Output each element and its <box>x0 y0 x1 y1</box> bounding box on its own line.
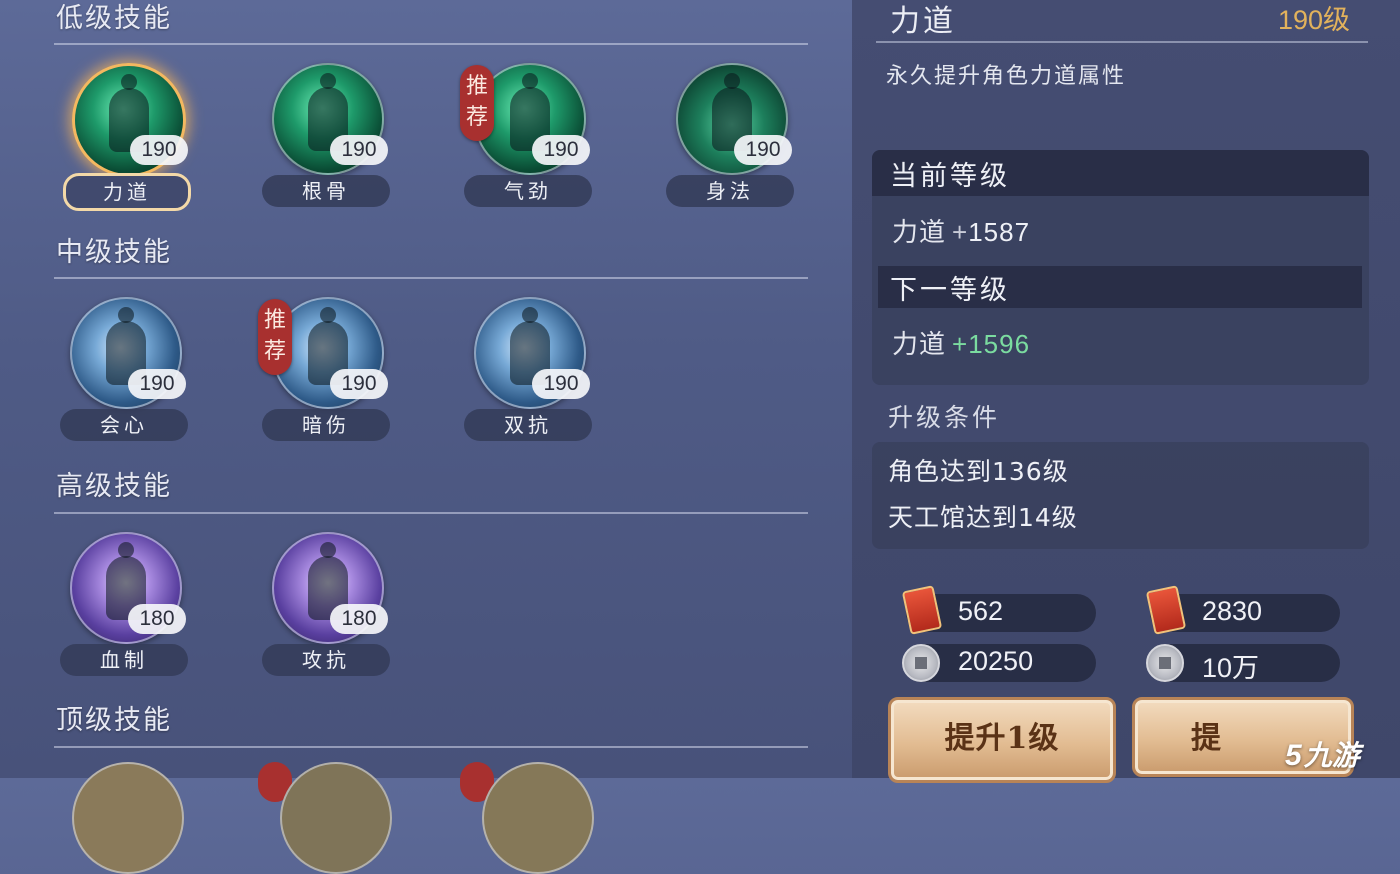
silver-coin-icon <box>1146 644 1184 682</box>
skill-item-qijin[interactable]: 推荐 190 气劲 <box>460 63 594 223</box>
skill-level: 190 <box>330 369 388 399</box>
current-stat-line: 力道 +1587 <box>892 212 1030 249</box>
upgrade-conditions-box: 角色达到136级 天工馆达到14级 <box>872 442 1369 549</box>
skill-list-panel: 低级技能 190 力道 190 根骨 推荐 190 气劲 190 身法 中级技能… <box>0 0 852 874</box>
detail-title: 力道 <box>890 4 956 39</box>
recommend-badge: 推荐 <box>258 299 292 375</box>
skill-item-gongkang[interactable]: 180 攻抗 <box>262 532 392 692</box>
skill-item-lidao[interactable]: 190 力道 <box>62 63 192 223</box>
resource-amount: 20250 <box>958 646 1034 676</box>
next-stat-line: 力道 +1596 <box>892 324 1030 361</box>
skill-item-huixin[interactable]: 190 会心 <box>60 297 190 457</box>
skill-name: 双抗 <box>464 409 592 441</box>
skill-item-shenfa[interactable]: 190 身法 <box>666 63 796 223</box>
section-title-high: 高级技能 <box>56 471 172 502</box>
next-stat-value: 1596 <box>968 329 1031 359</box>
detail-level: 190级 <box>1277 5 1350 35</box>
next-stat-plus: + <box>952 329 969 359</box>
skill-name: 气劲 <box>464 175 592 207</box>
skill-icon-partial[interactable] <box>280 762 392 874</box>
section-title-top: 顶级技能 <box>56 705 172 736</box>
section-divider <box>54 512 808 514</box>
skill-level: 190 <box>128 369 186 399</box>
section-divider <box>54 746 808 748</box>
current-level-header: 当前等级 <box>872 150 1369 196</box>
current-level-title: 当前等级 <box>890 161 1010 192</box>
skill-icon-partial[interactable] <box>72 762 184 874</box>
next-level-header: 下一等级 <box>878 266 1362 308</box>
skill-name: 血制 <box>60 644 188 676</box>
section-title-mid: 中级技能 <box>56 237 172 268</box>
resource-coin-right: 10万 <box>1146 644 1340 683</box>
skill-name: 攻抗 <box>262 644 390 676</box>
skill-name: 会心 <box>60 409 188 441</box>
section-divider <box>54 43 808 45</box>
condition-line: 角色达到136级 <box>888 457 1069 486</box>
watermark: 5九游 <box>1285 734 1360 774</box>
next-level-title: 下一等级 <box>890 275 1010 306</box>
recommend-badge: 推荐 <box>460 65 494 141</box>
current-stat-value: 1587 <box>968 217 1031 247</box>
skill-item-shuangkang[interactable]: 190 双抗 <box>464 297 594 457</box>
section-title-low: 低级技能 <box>56 3 172 34</box>
skill-name: 暗伤 <box>262 409 390 441</box>
skill-level: 180 <box>330 604 388 634</box>
skill-level: 190 <box>330 135 388 165</box>
skill-level: 180 <box>128 604 186 634</box>
resource-amount: 2830 <box>1202 596 1263 626</box>
skill-name: 根骨 <box>262 175 390 207</box>
current-stat-plus: + <box>952 217 969 247</box>
skill-name: 力道 <box>63 173 191 211</box>
skill-level: 190 <box>130 135 188 165</box>
resource-amount: 10万 <box>1202 653 1260 683</box>
resource-amount: 562 <box>958 596 1004 626</box>
next-stat-name: 力道 <box>892 330 947 360</box>
resource-coin-left: 20250 <box>902 644 1096 682</box>
upgrade-conditions-title: 升级条件 <box>888 403 1001 432</box>
skill-name: 身法 <box>666 175 794 207</box>
watermark-text: 九游 <box>1303 740 1360 771</box>
condition-line: 天工馆达到14级 <box>888 503 1078 532</box>
resource-token-right: 2830 <box>1145 585 1340 635</box>
skill-description: 永久提升角色力道属性 <box>886 64 1127 89</box>
section-divider <box>54 277 808 279</box>
stat-box: 当前等级 力道 +1587 下一等级 力道 +1596 <box>872 150 1369 385</box>
resource-token-left: 562 <box>901 585 1096 635</box>
skill-level: 190 <box>532 135 590 165</box>
skill-level: 190 <box>734 135 792 165</box>
skill-item-xuezhi[interactable]: 180 血制 <box>60 532 190 692</box>
detail-divider <box>876 41 1368 43</box>
skill-level: 190 <box>532 369 590 399</box>
silver-coin-icon <box>902 644 940 682</box>
skill-item-anshang[interactable]: 推荐 190 暗伤 <box>258 297 392 457</box>
current-stat-name: 力道 <box>892 218 947 248</box>
skill-icon-partial[interactable] <box>482 762 594 874</box>
watermark-logo-icon: 5 <box>1285 739 1302 772</box>
skill-item-gengu[interactable]: 190 根骨 <box>262 63 392 223</box>
upgrade-one-button[interactable]: 提升1级 <box>888 697 1116 783</box>
